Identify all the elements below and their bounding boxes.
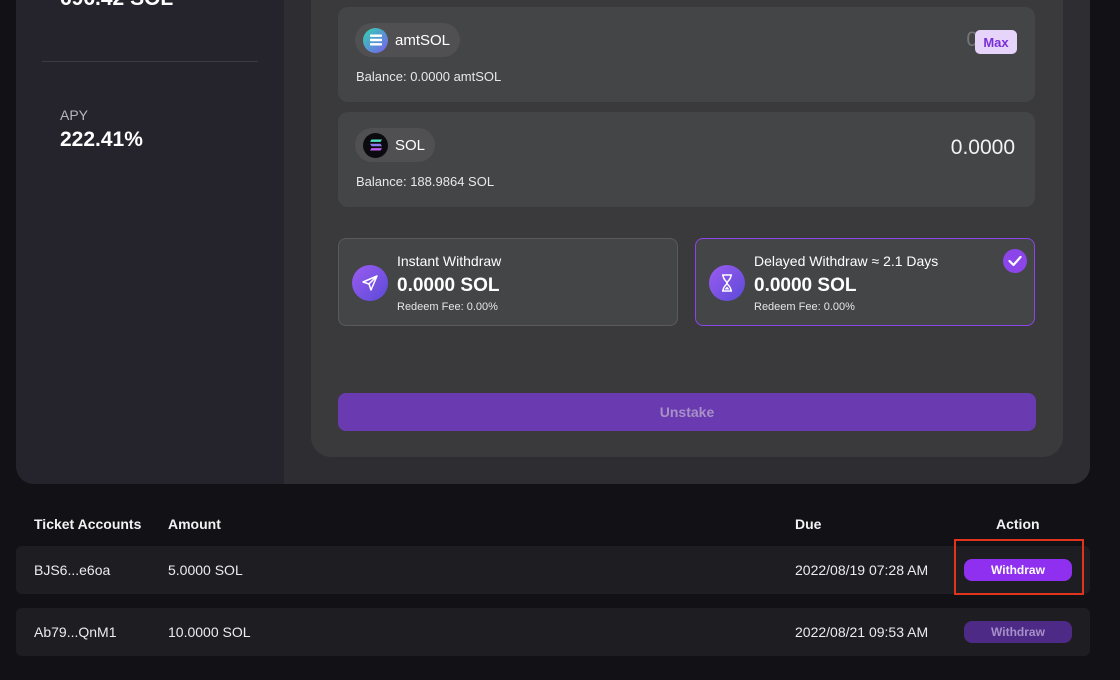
amtsol-token-icon [363, 27, 388, 53]
withdraw-button[interactable]: Withdraw [964, 559, 1072, 581]
delayed-withdraw-fee: Redeem Fee: 0.00% [754, 301, 855, 313]
apy-value: 222.41% [60, 128, 143, 151]
ticket-amount: 5.0000 SOL [168, 562, 243, 578]
col-header-amount: Amount [168, 516, 221, 532]
delayed-withdraw-value: 0.0000 SOL [754, 275, 857, 296]
instant-withdraw-title: Instant Withdraw [397, 253, 502, 269]
staking-panel: 696.42 SOL APY 222.41% amtSOL Max Balanc… [16, 0, 1090, 484]
hourglass-icon [709, 265, 745, 301]
ticket-account: Ab79...QnM1 [34, 624, 117, 640]
divider [42, 61, 258, 62]
checkmark-icon [1003, 249, 1027, 273]
col-header-ticket-accounts: Ticket Accounts [34, 516, 142, 532]
delayed-withdraw-title: Delayed Withdraw ≈ 2.1 Days [754, 253, 939, 269]
to-token-balance: Balance: 188.9864 SOL [356, 174, 495, 189]
withdraw-button-disabled[interactable]: Withdraw [964, 621, 1072, 643]
from-token-balance: Balance: 0.0000 amtSOL [356, 69, 502, 84]
from-token-selector[interactable]: amtSOL [355, 23, 461, 57]
to-token-box: SOL 0.0000 Balance: 188.9864 SOL [338, 112, 1035, 207]
table-row: Ab79...QnM1 10.0000 SOL 2022/08/21 09:53… [16, 608, 1090, 656]
instant-withdraw-fee: Redeem Fee: 0.00% [397, 301, 498, 313]
ticket-amount: 10.0000 SOL [168, 624, 251, 640]
from-token-name: amtSOL [395, 31, 451, 49]
main-area: amtSOL Max Balance: 0.0000 amtSOL SOL 0.… [284, 0, 1090, 484]
instant-withdraw-option[interactable]: Instant Withdraw 0.0000 SOL Redeem Fee: … [338, 238, 678, 326]
delayed-withdraw-option[interactable]: Delayed Withdraw ≈ 2.1 Days 0.0000 SOL R… [695, 238, 1035, 326]
sol-token-icon [363, 132, 388, 158]
to-token-name: SOL [395, 136, 426, 154]
unstake-card: amtSOL Max Balance: 0.0000 amtSOL SOL 0.… [311, 0, 1063, 457]
table-row: BJS6...e6oa 5.0000 SOL 2022/08/19 07:28 … [16, 546, 1090, 594]
from-token-box: amtSOL Max Balance: 0.0000 amtSOL [338, 7, 1035, 102]
max-button[interactable]: Max [975, 30, 1017, 54]
instant-withdraw-value: 0.0000 SOL [397, 275, 500, 296]
col-header-action: Action [996, 516, 1040, 532]
to-token-selector[interactable]: SOL [355, 128, 436, 162]
ticket-due: 2022/08/21 09:53 AM [795, 624, 929, 640]
stats-sidebar: 696.42 SOL APY 222.41% [16, 0, 284, 484]
tvl-value: 696.42 SOL [60, 0, 173, 11]
sol-amount-value: 0.0000 [950, 136, 1015, 159]
col-header-due: Due [795, 516, 822, 532]
ticket-account: BJS6...e6oa [34, 562, 111, 578]
apy-label: APY [60, 107, 89, 123]
unstake-button[interactable]: Unstake [338, 393, 1036, 431]
ticket-due: 2022/08/19 07:28 AM [795, 562, 929, 578]
amtsol-amount-input[interactable] [776, 27, 980, 53]
paper-plane-icon [352, 265, 388, 301]
